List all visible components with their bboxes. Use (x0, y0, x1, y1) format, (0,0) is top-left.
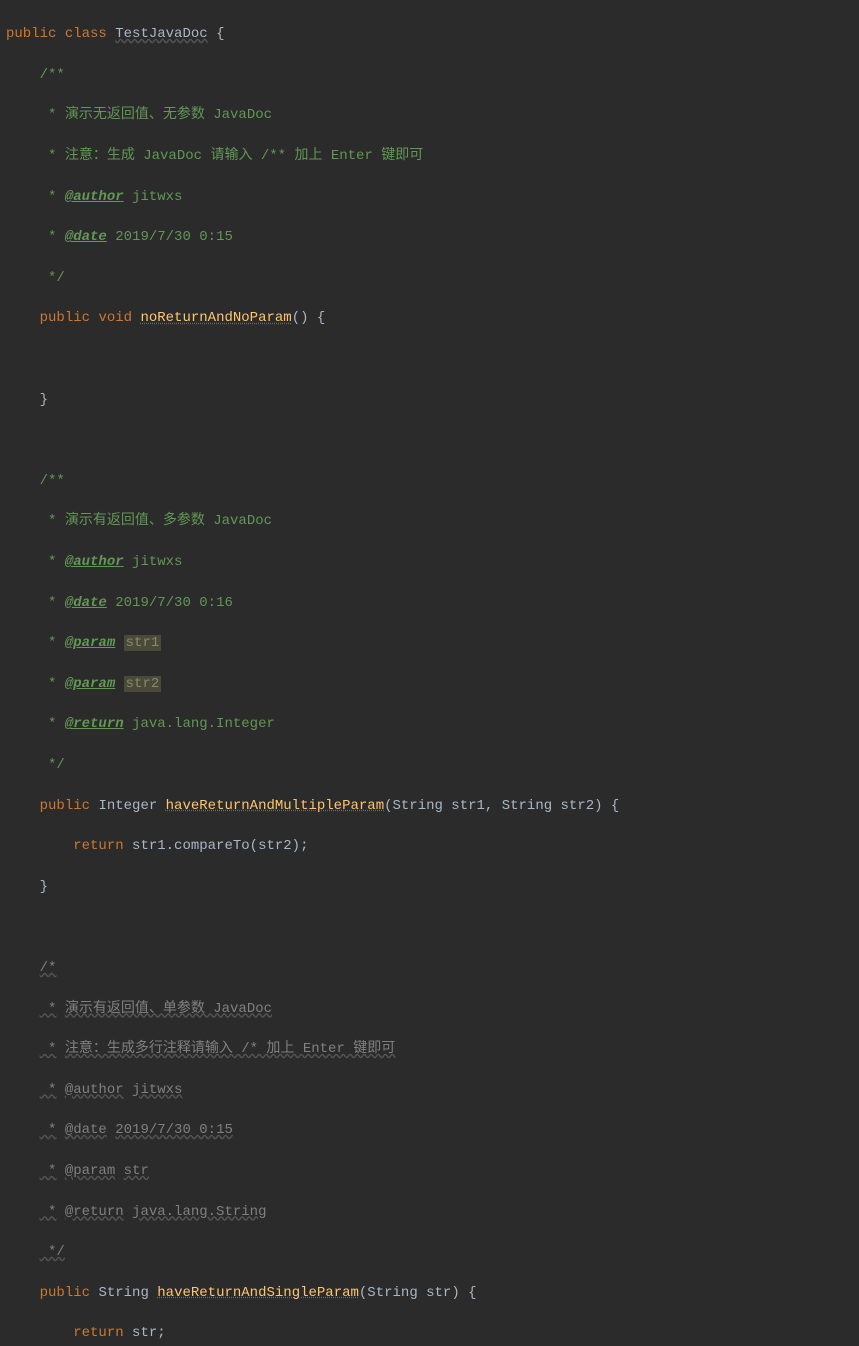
code-editor[interactable]: public class TestJavaDoc { /** * 演示无返回值、… (0, 4, 859, 1346)
method-name: noReturnAndNoParam (140, 310, 291, 326)
comment3-desc: * 演示有返回值、单参数 JavaDoc (6, 999, 859, 1019)
javadoc-close: */ (6, 268, 859, 288)
author-tag: @author (65, 189, 124, 205)
return-tag: @return (65, 716, 124, 732)
blank-line (6, 917, 859, 937)
comment3-note: * 注意：生成多行注释请输入 /* 加上 Enter 键即可 (6, 1039, 859, 1059)
javadoc2-author: * @author jitwxs (6, 552, 859, 572)
comment3-close: */ (6, 1242, 859, 1262)
method3-body: return str; (6, 1323, 859, 1343)
javadoc-open: /** (6, 65, 859, 85)
blank-line (6, 430, 859, 450)
javadoc2-return: * @return java.lang.Integer (6, 714, 859, 734)
comment3-return: * @return java.lang.String (6, 1202, 859, 1222)
comment3-author: * @author jitwxs (6, 1080, 859, 1100)
javadoc-date: * @date 2019/7/30 0:15 (6, 227, 859, 247)
class-declaration-line: public class TestJavaDoc { (6, 24, 859, 44)
method2-close: } (6, 877, 859, 897)
method2-body: return str1.compareTo(str2); (6, 836, 859, 856)
blank-line (6, 349, 859, 369)
param-name: str1 (124, 635, 162, 651)
comment3-date: * @date 2019/7/30 0:15 (6, 1120, 859, 1140)
javadoc2-open: /** (6, 471, 859, 491)
method1-close: } (6, 390, 859, 410)
comment3-param: * @param str (6, 1161, 859, 1181)
class-name: TestJavaDoc (115, 26, 207, 42)
param-tag: @param (65, 635, 115, 651)
javadoc-author: * @author jitwxs (6, 187, 859, 207)
javadoc-note: * 注意：生成 JavaDoc 请输入 /** 加上 Enter 键即可 (6, 146, 859, 166)
javadoc2-desc: * 演示有返回值、多参数 JavaDoc (6, 511, 859, 531)
comment3-open: /* (6, 958, 859, 978)
keyword-public: public (6, 26, 56, 42)
method1-decl: public void noReturnAndNoParam() { (6, 308, 859, 328)
javadoc-desc: * 演示无返回值、无参数 JavaDoc (6, 105, 859, 125)
keyword-class: class (65, 26, 107, 42)
open-brace: { (216, 26, 224, 42)
javadoc2-param1: * @param str1 (6, 633, 859, 653)
date-tag: @date (65, 229, 107, 245)
method3-decl: public String haveReturnAndSingleParam(S… (6, 1283, 859, 1303)
javadoc2-close: */ (6, 755, 859, 775)
javadoc2-param2: * @param str2 (6, 674, 859, 694)
method2-decl: public Integer haveReturnAndMultiplePara… (6, 796, 859, 816)
javadoc2-date: * @date 2019/7/30 0:16 (6, 593, 859, 613)
